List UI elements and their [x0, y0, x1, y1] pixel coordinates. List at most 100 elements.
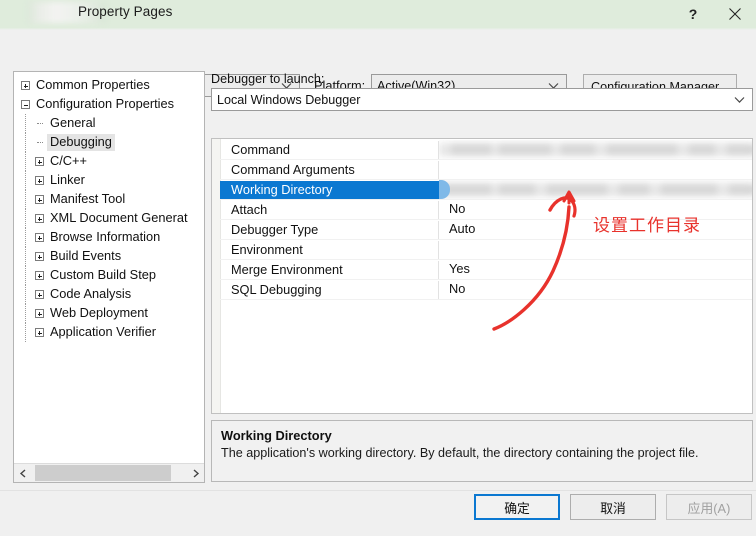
property-name: Working Directory	[220, 180, 439, 199]
property-name: SQL Debugging	[220, 280, 439, 299]
tree-item-label: Build Events	[50, 248, 122, 263]
expand-plus-icon[interactable]	[35, 328, 44, 337]
configuration-bar: Configuration: Active(Release) Platform:…	[0, 36, 756, 99]
footer-separator	[0, 490, 756, 491]
property-value[interactable]	[439, 140, 752, 159]
property-row[interactable]: Working Directory	[220, 180, 752, 200]
tree-item-browse-information[interactable]: Browse Information	[14, 228, 204, 247]
tree-item-label: General	[50, 115, 96, 130]
tree-item-label: Web Deployment	[50, 305, 148, 320]
tree-item-label: Custom Build Step	[50, 267, 156, 282]
tree-item-application-verifier[interactable]: Application Verifier	[14, 323, 204, 342]
property-name: Command Arguments	[220, 160, 439, 179]
tree-connector-line	[25, 285, 27, 304]
tree-item-custom-build-step[interactable]: Custom Build Step	[14, 266, 204, 285]
debugger-to-launch-dropdown[interactable]: Local Windows Debugger	[211, 88, 753, 111]
expand-plus-icon[interactable]	[35, 195, 44, 204]
tree-item-code-analysis[interactable]: Code Analysis	[14, 285, 204, 304]
property-pages-dialog: Property Pages ? Configuration: Active(R…	[0, 0, 756, 536]
chevron-right-icon	[193, 468, 199, 478]
expand-plus-icon[interactable]	[35, 214, 44, 223]
tree-connector-line	[25, 133, 27, 152]
description-panel: Working Directory The application's work…	[211, 420, 753, 482]
property-row[interactable]: SQL Debugging No	[220, 280, 752, 300]
property-grid: Command Command Arguments Working Director…	[211, 138, 753, 414]
property-value[interactable]	[439, 160, 752, 179]
property-row[interactable]: Command	[220, 140, 752, 160]
cancel-button[interactable]: 取消	[570, 494, 656, 520]
tree-item-label: Application Verifier	[50, 324, 156, 339]
question-mark-icon: ?	[688, 6, 698, 22]
property-value[interactable]	[439, 240, 752, 259]
tree-item-xml-document-generat[interactable]: XML Document Generat	[14, 209, 204, 228]
expand-plus-icon[interactable]	[35, 176, 44, 185]
titlebar-shadow	[0, 28, 756, 30]
close-x-icon	[729, 8, 741, 20]
tree-item-manifest-tool[interactable]: Manifest Tool	[14, 190, 204, 209]
tree-item-label: Browse Information	[50, 229, 161, 244]
tree-item-debugging[interactable]: Debugging	[14, 133, 204, 152]
tree-connector-line	[25, 304, 27, 323]
tree-horizontal-scrollbar[interactable]	[14, 463, 204, 482]
help-button[interactable]: ?	[672, 0, 714, 28]
scrollbar-thumb[interactable]	[35, 465, 171, 481]
redacted-property-value	[439, 180, 752, 199]
tree-item-label: Configuration Properties	[36, 96, 174, 111]
tree-connector-line	[25, 114, 27, 133]
properties-tree[interactable]: Common Properties Configuration Propertie…	[14, 76, 204, 463]
property-name: Attach	[220, 200, 439, 219]
expand-plus-icon[interactable]	[35, 252, 44, 261]
chevron-left-icon	[19, 468, 25, 478]
tree-connector-line	[25, 171, 27, 190]
tree-connector-line	[25, 190, 27, 209]
apply-button[interactable]: 应用(A)	[666, 494, 752, 520]
scroll-right-button[interactable]	[186, 464, 204, 482]
expand-plus-icon[interactable]	[35, 290, 44, 299]
property-name: Command	[220, 140, 439, 159]
tree-item-build-events[interactable]: Build Events	[14, 247, 204, 266]
property-value[interactable]: Yes	[439, 260, 752, 279]
apply-label: 应用(A)	[687, 500, 731, 516]
tree-connector-line	[25, 152, 27, 171]
tree-item-linker[interactable]: Linker	[14, 171, 204, 190]
redacted-property-value	[439, 140, 752, 159]
chevron-down-icon	[734, 96, 745, 103]
tree-leaf-connector-icon	[35, 119, 44, 128]
expand-plus-icon[interactable]	[21, 81, 30, 90]
property-row[interactable]: Environment	[220, 240, 752, 260]
property-name: Merge Environment	[220, 260, 439, 279]
property-row[interactable]: Command Arguments	[220, 160, 752, 180]
property-row[interactable]: Merge Environment Yes	[220, 260, 752, 280]
expand-plus-icon[interactable]	[35, 309, 44, 318]
ok-label: 确定	[504, 500, 530, 516]
tree-connector-line	[25, 323, 27, 342]
tree-connector-line	[25, 209, 27, 228]
tree-item-web-deployment[interactable]: Web Deployment	[14, 304, 204, 323]
cancel-label: 取消	[600, 500, 626, 516]
property-value[interactable]: No	[439, 280, 752, 299]
tree-item-label: Manifest Tool	[50, 191, 126, 206]
annotation-text: 设置工作目录	[593, 216, 701, 236]
tree-item-common-properties[interactable]: Common Properties	[14, 76, 204, 95]
window-title: Property Pages	[78, 4, 173, 19]
property-value[interactable]	[439, 180, 752, 199]
expand-plus-icon[interactable]	[35, 157, 44, 166]
tree-item-label: XML Document Generat	[50, 210, 188, 225]
tree-item-configuration-properties[interactable]: Configuration Properties	[14, 95, 204, 114]
collapse-minus-icon[interactable]	[21, 100, 30, 109]
debugger-to-launch-value: Local Windows Debugger	[217, 92, 361, 107]
tree-item-label: Common Properties	[36, 77, 150, 92]
tree-item-c-c[interactable]: C/C++	[14, 152, 204, 171]
expand-plus-icon[interactable]	[35, 271, 44, 280]
tree-connector-line	[25, 266, 27, 285]
ok-button[interactable]: 确定	[474, 494, 560, 520]
property-name: Debugger Type	[220, 220, 439, 239]
scrollbar-track[interactable]	[32, 464, 186, 482]
close-button[interactable]	[714, 0, 756, 28]
tree-item-label: Code Analysis	[50, 286, 132, 301]
tree-item-general[interactable]: General	[14, 114, 204, 133]
title-bar-buttons: ?	[672, 0, 756, 28]
scroll-left-button[interactable]	[14, 464, 32, 482]
description-title: Working Directory	[221, 428, 332, 443]
expand-plus-icon[interactable]	[35, 233, 44, 242]
